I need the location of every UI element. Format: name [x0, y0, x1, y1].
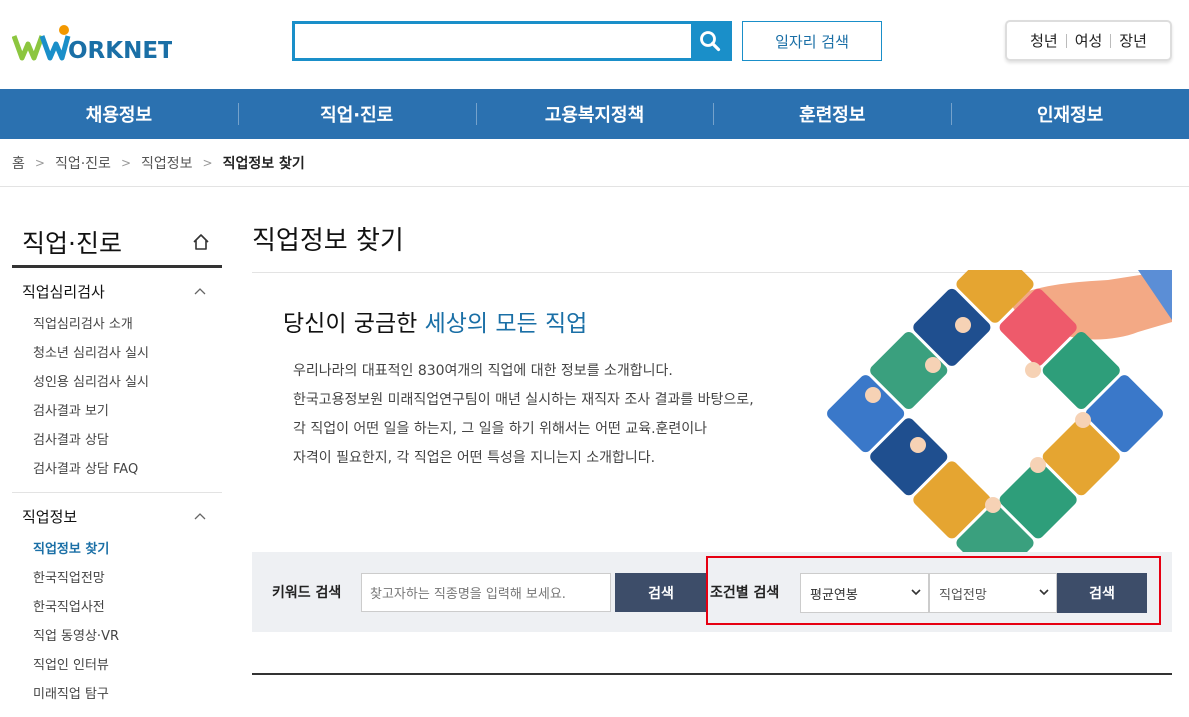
- chevron-down-icon: [1039, 589, 1049, 596]
- intro-heading: 당신이 궁금한 세상의 모든 직업: [283, 304, 587, 338]
- search-icon: [700, 31, 721, 52]
- home-icon[interactable]: [192, 233, 210, 251]
- outlook-select[interactable]: 직업전망: [929, 573, 1057, 613]
- chevron-right-icon: >: [202, 156, 213, 170]
- group-title-label: 직업정보: [22, 507, 78, 526]
- condition-search-label: 조건별 검색: [710, 585, 780, 601]
- site-search-input[interactable]: [295, 24, 693, 58]
- keyword-search-button[interactable]: 검색: [615, 573, 707, 612]
- side-nav-group-title[interactable]: 직업심리검사: [12, 280, 222, 302]
- worknet-logo[interactable]: ORKNET: [12, 24, 172, 64]
- logo-text: ORKNET: [68, 38, 172, 64]
- gnb-item-recruitment[interactable]: 채용정보: [0, 89, 238, 139]
- side-nav-item[interactable]: 청소년 심리검사 실시: [12, 337, 222, 366]
- global-nav: 채용정보 직업·진로 고용복지정책 훈련정보 인재정보: [0, 89, 1189, 139]
- main-content: 직업정보 찾기 당신이 궁금한 세상의 모든 직업 우리나라의 대표적인 830…: [252, 218, 1172, 675]
- outlook-select-value: 직업전망: [939, 587, 987, 603]
- keyword-search-input[interactable]: 찾고자하는 직종명을 입력해 보세요.: [361, 573, 611, 612]
- chevron-right-icon: >: [34, 156, 45, 170]
- intro-text: 우리나라의 대표적인 830여개의 직업에 대한 정보를 소개합니다. 한국고용…: [293, 357, 813, 473]
- intro-line: 각 직업이 어떤 일을 하는지, 그 일을 하기 위해서는 어떤 교육.훈련이나: [293, 421, 708, 437]
- chevron-up-icon: [194, 513, 206, 520]
- side-nav-group-job-info: 직업정보 직업정보 찾기 한국직업전망 한국직업사전 직업 동영상·VR 직업인…: [12, 493, 222, 717]
- puzzle-illustration: [818, 245, 1172, 582]
- intro-heading-prefix: 당신이 궁금한: [283, 311, 425, 337]
- side-nav-item[interactable]: 직업심리검사 소개: [12, 308, 222, 337]
- side-nav-header: 직업·진로: [12, 218, 222, 268]
- chevron-right-icon: >: [120, 156, 131, 170]
- side-nav-item[interactable]: 검사결과 상담: [12, 424, 222, 453]
- breadcrumb-job-info[interactable]: 직업정보: [141, 153, 193, 173]
- divider: [252, 673, 1172, 675]
- quick-link-women[interactable]: 여성: [1067, 30, 1111, 51]
- job-search-button[interactable]: 일자리 검색: [742, 21, 882, 61]
- quick-link-youth[interactable]: 청년: [1022, 30, 1066, 51]
- side-nav-item[interactable]: 성인용 심리검사 실시: [12, 366, 222, 395]
- side-nav-group-title[interactable]: 직업정보: [12, 505, 222, 527]
- intro-line: 우리나라의 대표적인 830여개의 직업에 대한 정보를 소개합니다.: [293, 363, 673, 379]
- breadcrumb-home[interactable]: 홈: [12, 153, 25, 173]
- breadcrumb-career[interactable]: 직업·진로: [55, 153, 111, 173]
- site-header: ORKNET 일자리 검색 청년 여성 장년: [0, 0, 1189, 89]
- gnb-item-talent[interactable]: 인재정보: [951, 89, 1189, 139]
- breadcrumb: 홈 > 직업·진로 > 직업정보 > 직업정보 찾기: [12, 150, 305, 176]
- gnb-item-welfare-policy[interactable]: 고용복지정책: [475, 89, 714, 139]
- intro-heading-highlight: 세상의 모든 직업: [424, 311, 588, 337]
- job-search-panel: 키워드 검색 찾고자하는 직종명을 입력해 보세요. 검색 조건별 검색 평균연…: [252, 552, 1172, 632]
- side-nav-item[interactable]: 한국직업전망: [12, 562, 222, 591]
- side-nav: 직업·진로 직업심리검사 직업심리검사 소개 청소년 심리검사 실시 성인용 심…: [12, 218, 222, 717]
- side-nav-item[interactable]: 검사결과 상담 FAQ: [12, 453, 222, 482]
- chevron-down-icon: [911, 589, 921, 596]
- group-title-label: 직업심리검사: [22, 282, 105, 301]
- side-nav-group-psych-test: 직업심리검사 직업심리검사 소개 청소년 심리검사 실시 성인용 심리검사 실시…: [12, 268, 222, 493]
- breadcrumb-current: 직업정보 찾기: [222, 156, 305, 172]
- side-nav-item[interactable]: 직업인 인터뷰: [12, 649, 222, 678]
- side-nav-item-active[interactable]: 직업정보 찾기: [12, 533, 222, 562]
- keyword-search-label: 키워드 검색: [272, 585, 342, 601]
- chevron-up-icon: [194, 288, 206, 295]
- quick-link-senior[interactable]: 장년: [1111, 30, 1155, 51]
- divider: [0, 186, 1189, 187]
- gnb-item-training[interactable]: 훈련정보: [713, 89, 951, 139]
- intro-line: 한국고용정보원 미래직업연구팀이 매년 실시하는 재직자 조사 결과를 바탕으로…: [293, 392, 754, 408]
- gnb-item-career[interactable]: 직업·진로: [237, 89, 476, 139]
- side-nav-item[interactable]: 한국직업사전: [12, 591, 222, 620]
- side-nav-item[interactable]: 직업 동영상·VR: [12, 620, 222, 649]
- side-nav-item[interactable]: 검사결과 보기: [12, 395, 222, 424]
- quick-links: 청년 여성 장년: [1005, 20, 1172, 61]
- condition-search-button[interactable]: 검색: [1057, 573, 1147, 613]
- intro-line: 자격이 필요한지, 각 직업은 어떤 특성을 지니는지 소개합니다.: [293, 450, 656, 466]
- site-search-button[interactable]: [691, 24, 729, 58]
- site-search-box: [292, 21, 732, 61]
- salary-select[interactable]: 평균연봉: [800, 573, 929, 613]
- side-nav-title: 직업·진로: [22, 228, 122, 258]
- salary-select-value: 평균연봉: [810, 587, 858, 603]
- page-title: 직업정보 찾기: [252, 225, 404, 256]
